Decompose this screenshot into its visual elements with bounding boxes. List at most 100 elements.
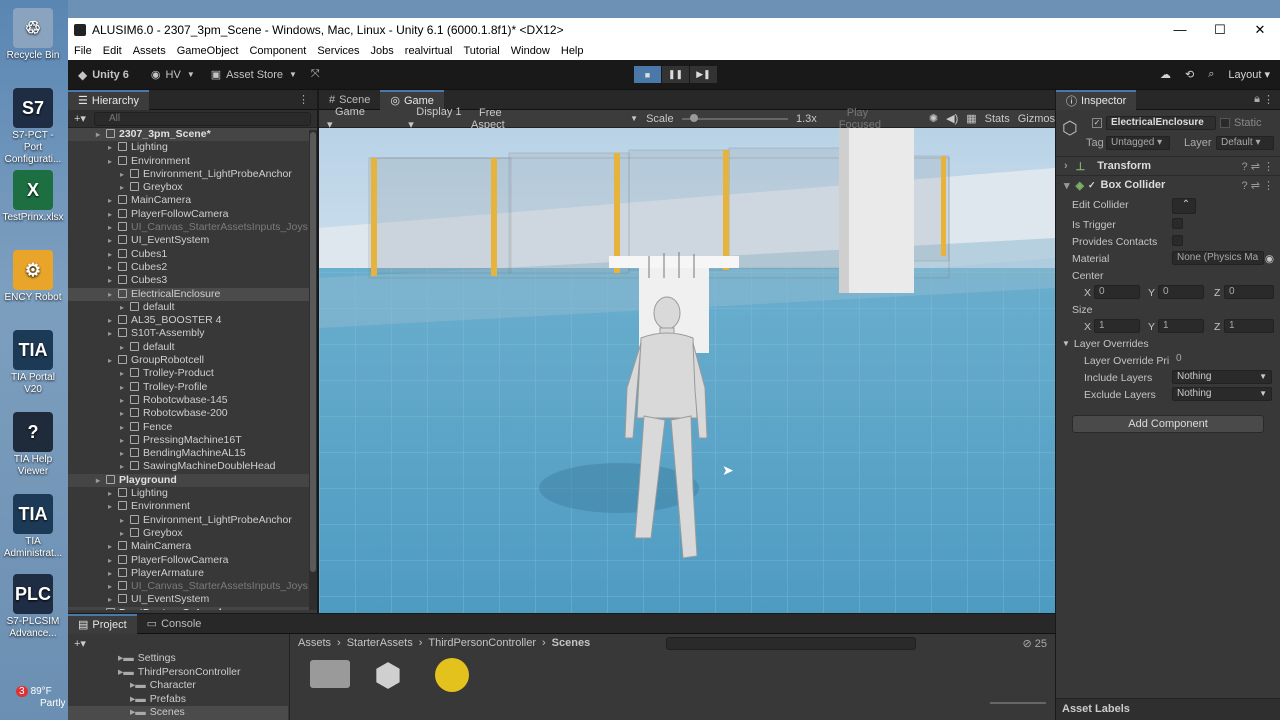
zoom-slider[interactable]: [990, 702, 1046, 704]
expand-arrow-icon[interactable]: ▸: [108, 500, 118, 513]
expand-arrow-icon[interactable]: ▸: [120, 394, 130, 407]
desktop-icon[interactable]: X TestPrinx.xlsx: [2, 170, 64, 224]
play-button[interactable]: ■: [634, 66, 661, 83]
expand-arrow-icon[interactable]: ▸: [96, 474, 106, 487]
expand-arrow-icon[interactable]: ▸: [120, 181, 130, 194]
hierarchy-row[interactable]: ▸ Lighting: [68, 141, 317, 154]
hierarchy-row[interactable]: ▸ GroupRobotcell: [68, 354, 317, 367]
edit-collider-button[interactable]: ⌃: [1172, 198, 1196, 214]
desktop-icon[interactable]: PLC S7-PLCSIM Advance...: [2, 574, 64, 640]
hierarchy-row[interactable]: ▸ Robotcwbase-200: [68, 407, 317, 420]
hierarchy-row[interactable]: ▸ Robotcwbase-145: [68, 394, 317, 407]
bug-icon[interactable]: ✺: [929, 112, 938, 125]
center-x-field[interactable]: 0: [1094, 285, 1140, 299]
expand-arrow-icon[interactable]: ▸: [108, 234, 118, 247]
menu-item-component[interactable]: Component: [249, 45, 306, 57]
menu-item-window[interactable]: Window: [511, 45, 550, 57]
expand-arrow-icon[interactable]: ▸: [120, 381, 130, 394]
hierarchy-row[interactable]: ▸ default: [68, 341, 317, 354]
expand-arrow-icon[interactable]: ▸: [96, 128, 106, 141]
expand-arrow-icon[interactable]: ▸: [108, 354, 118, 367]
audio-icon[interactable]: ◀): [946, 112, 958, 125]
menu-item-assets[interactable]: Assets: [133, 45, 166, 57]
tab-project[interactable]: ▤ Project: [68, 613, 137, 634]
hierarchy-row[interactable]: ▸ Environment_LightProbeAnchor: [68, 168, 317, 181]
expand-arrow-icon[interactable]: ▸: [120, 514, 130, 527]
expand-arrow-icon[interactable]: ▸: [96, 607, 106, 610]
project-folder-item[interactable]: ▸▬ Prefabs: [68, 693, 288, 707]
stats-button[interactable]: Stats: [985, 113, 1010, 125]
project-folder-item[interactable]: ▸▬ Scenes: [68, 706, 288, 720]
active-checkbox[interactable]: ✓: [1092, 118, 1102, 128]
expand-arrow-icon[interactable]: ▸: [120, 301, 130, 314]
minimize-button[interactable]: —: [1160, 22, 1200, 38]
search-icon[interactable]: ⌕: [1208, 68, 1214, 81]
expand-arrow-icon[interactable]: ▸: [120, 341, 130, 354]
unity-account-button[interactable]: ◆ Unity 6: [78, 68, 129, 82]
step-button[interactable]: ▶❚: [690, 66, 717, 83]
expand-arrow-icon[interactable]: ▸: [108, 141, 118, 154]
breadcrumb-item[interactable]: StarterAssets: [347, 637, 413, 649]
hierarchy-row[interactable]: ▸ Lighting: [68, 487, 317, 500]
menu-item-services[interactable]: Services: [317, 45, 359, 57]
hierarchy-row[interactable]: ▸ PressingMachine16T: [68, 434, 317, 447]
material-asset-icon[interactable]: [435, 658, 469, 692]
layer-override-priority-field[interactable]: 0: [1172, 353, 1272, 367]
scene-row[interactable]: ▸ Playground: [68, 473, 317, 488]
expand-arrow-icon[interactable]: ▸: [108, 580, 118, 593]
hierarchy-row[interactable]: ▸ UI_Canvas_StarterAssetsInputs_Joys: [68, 580, 317, 593]
expand-arrow-icon[interactable]: ▸: [120, 527, 130, 540]
lock-icon[interactable]: 🔒︎: [1254, 93, 1260, 106]
desktop-icon[interactable]: S7 S7-PCT - Port Configurati...: [2, 88, 64, 166]
expand-arrow-icon[interactable]: ▸: [120, 168, 130, 181]
exclude-layers-dropdown[interactable]: Nothing ▼: [1172, 387, 1272, 401]
hierarchy-row[interactable]: ▸ BendingMachineAL15: [68, 447, 317, 460]
hierarchy-row[interactable]: ▸ Environment: [68, 500, 317, 513]
game-viewport[interactable]: ➤: [319, 128, 1055, 613]
close-button[interactable]: ✕: [1240, 22, 1280, 38]
more-icon[interactable]: ⋮: [1263, 93, 1274, 106]
scale-slider[interactable]: [681, 113, 788, 122]
menu-item-gameobject[interactable]: GameObject: [177, 45, 239, 57]
expand-arrow-icon[interactable]: ▸: [120, 407, 130, 420]
hierarchy-row[interactable]: ▸ UI_Canvas_StarterAssetsInputs_Joys: [68, 221, 317, 234]
menu-item-file[interactable]: File: [74, 45, 92, 57]
menu-item-tutorial[interactable]: Tutorial: [463, 45, 499, 57]
expand-arrow-icon[interactable]: ▸: [108, 567, 118, 580]
expand-arrow-icon[interactable]: ▸: [108, 327, 118, 340]
hierarchy-row[interactable]: ▸ ElectricalEnclosure: [68, 287, 317, 301]
object-name-field[interactable]: ElectricalEnclosure: [1106, 116, 1216, 130]
menu-item-jobs[interactable]: Jobs: [371, 45, 394, 57]
is-trigger-checkbox[interactable]: [1172, 218, 1183, 229]
hierarchy-row[interactable]: ▸ Cubes1: [68, 248, 317, 261]
hierarchy-row[interactable]: ▸ Environment: [68, 155, 317, 168]
layout-icon[interactable]: ▦: [966, 112, 976, 125]
expand-arrow-icon[interactable]: ▸: [120, 460, 130, 473]
provides-contacts-checkbox[interactable]: [1172, 235, 1183, 246]
add-icon[interactable]: +▾: [74, 637, 86, 650]
expand-arrow-icon[interactable]: ▸: [120, 447, 130, 460]
expand-arrow-icon[interactable]: ▸: [108, 593, 118, 606]
project-folder-item[interactable]: ▸▬ Settings: [68, 652, 288, 666]
size-x-field[interactable]: 1: [1094, 319, 1140, 333]
static-checkbox[interactable]: [1220, 118, 1230, 128]
cloud-icon[interactable]: ☁: [1160, 68, 1171, 81]
component-menu-icon[interactable]: ? ⇌ ⋮: [1242, 160, 1274, 173]
expand-arrow-icon[interactable]: ▸: [108, 288, 118, 301]
box-collider-component[interactable]: ▾ ◈ ✓ Box Collider ? ⇌ ⋮: [1056, 175, 1280, 194]
hierarchy-search-input[interactable]: All: [93, 111, 311, 126]
add-component-button[interactable]: Add Component: [1072, 415, 1264, 433]
gizmos-button[interactable]: Gizmos: [1018, 113, 1055, 125]
asset-labels-bar[interactable]: Asset Labels: [1056, 698, 1280, 720]
hierarchy-row[interactable]: ▸ Fence: [68, 421, 317, 434]
object-picker-icon[interactable]: ◉: [1265, 253, 1274, 265]
expand-arrow-icon[interactable]: ▸: [120, 367, 130, 380]
include-layers-dropdown[interactable]: Nothing ▼: [1172, 370, 1272, 384]
tag-dropdown[interactable]: Untagged ▾: [1106, 136, 1170, 150]
expand-arrow-icon[interactable]: ▸: [108, 194, 118, 207]
play-focused-dropdown[interactable]: Play Focused: [839, 107, 905, 131]
version-control-button[interactable]: ⤧: [311, 68, 320, 81]
layer-overrides-foldout[interactable]: ▼ Layer Overrides: [1056, 335, 1280, 352]
center-z-field[interactable]: 0: [1224, 285, 1274, 299]
expand-arrow-icon[interactable]: ▸: [108, 540, 118, 553]
